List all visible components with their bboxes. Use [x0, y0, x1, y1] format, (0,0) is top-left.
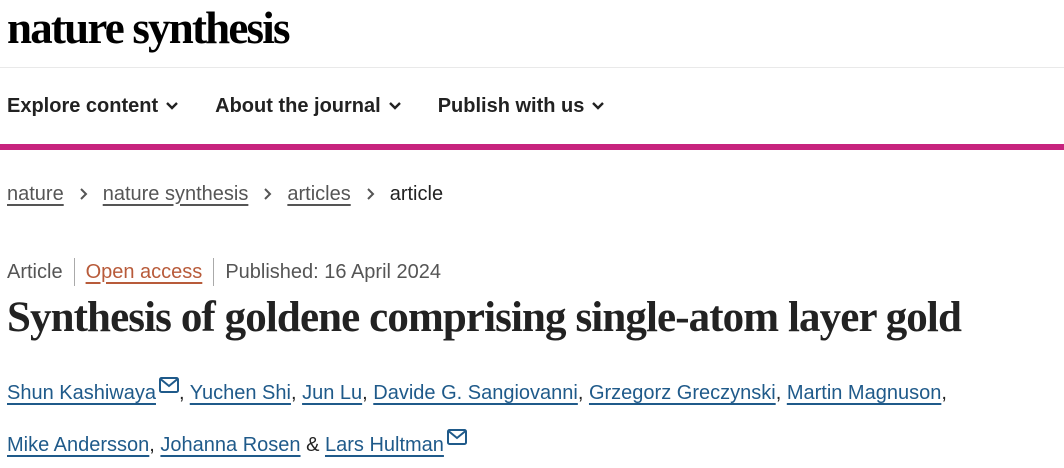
- chevron-right-icon: [366, 187, 375, 201]
- journal-logo[interactable]: nature synthesis: [7, 2, 290, 54]
- author-name-link[interactable]: Lars Hultman: [325, 434, 444, 456]
- nav-publish-with-us[interactable]: Publish with us: [438, 95, 606, 118]
- chevron-down-icon: [388, 102, 401, 110]
- accent-bar: [0, 144, 1064, 150]
- author-name-link[interactable]: Johanna Rosen: [160, 434, 300, 456]
- nav-label: About the journal: [215, 94, 381, 117]
- published-date: Published: 16 April 2024: [225, 260, 442, 283]
- mail-icon[interactable]: [158, 364, 179, 410]
- author-list: Shun Kashiwaya, Yuchen Shi, Jun Lu, Davi…: [7, 364, 1057, 468]
- author-separator: ,: [149, 434, 161, 456]
- author-separator: ,: [941, 382, 947, 404]
- author-separator: ,: [290, 382, 303, 404]
- author-name-link[interactable]: Grzegorz Greczynski: [589, 382, 776, 404]
- nav-explore-content[interactable]: Explore content: [7, 95, 179, 118]
- author: Shun Kashiwaya: [7, 377, 179, 404]
- nav-about-the-journal[interactable]: About the journal: [215, 95, 402, 118]
- author: Jun Lu: [302, 382, 362, 404]
- author-separator: &: [300, 434, 325, 456]
- author: Grzegorz Greczynski: [589, 382, 776, 404]
- author: Davide G. Sangiovanni: [373, 382, 578, 404]
- author: Martin Magnuson: [787, 382, 942, 404]
- author-separator: ,: [178, 382, 190, 404]
- chevron-right-icon: [79, 187, 88, 201]
- author-separator: ,: [775, 382, 787, 404]
- author: Yuchen Shi: [190, 382, 291, 404]
- chevron-down-icon: [166, 102, 178, 110]
- author: Mike Andersson: [7, 434, 149, 456]
- author-name-link[interactable]: Jun Lu: [302, 382, 362, 404]
- author-name-link[interactable]: Shun Kashiwaya: [7, 382, 156, 404]
- article-title: Synthesis of goldene comprising single-a…: [7, 294, 962, 341]
- author-name-link[interactable]: Yuchen Shi: [190, 382, 291, 404]
- author-name-link[interactable]: Martin Magnuson: [787, 382, 942, 404]
- article-type: Article: [7, 260, 63, 283]
- author-name-link[interactable]: Davide G. Sangiovanni: [373, 382, 578, 404]
- breadcrumb-nature[interactable]: nature: [7, 183, 64, 206]
- breadcrumb: nature nature synthesis articles article: [0, 180, 1064, 208]
- chevron-down-icon: [592, 102, 605, 110]
- site-header: nature synthesis: [0, 0, 1064, 68]
- main-nav: Explore content About the journal Publis…: [0, 68, 1064, 144]
- nav-label: Explore content: [7, 94, 159, 117]
- breadcrumb-articles[interactable]: articles: [287, 183, 350, 206]
- author-separator: ,: [362, 382, 374, 404]
- author-name-link[interactable]: Mike Andersson: [7, 434, 149, 456]
- meta-divider: [213, 258, 215, 286]
- open-access-link[interactable]: Open access: [86, 261, 203, 284]
- nav-label: Publish with us: [437, 94, 585, 117]
- chevron-right-icon: [263, 187, 272, 201]
- breadcrumb-current: article: [389, 182, 444, 205]
- meta-divider: [73, 258, 75, 286]
- author: Johanna Rosen: [160, 434, 300, 456]
- breadcrumb-nature-synthesis[interactable]: nature synthesis: [103, 183, 249, 206]
- article-meta: Article Open access Published: 16 April …: [0, 258, 1064, 286]
- mail-icon[interactable]: [446, 416, 467, 462]
- author-separator: ,: [577, 382, 589, 404]
- author: Lars Hultman: [325, 429, 467, 456]
